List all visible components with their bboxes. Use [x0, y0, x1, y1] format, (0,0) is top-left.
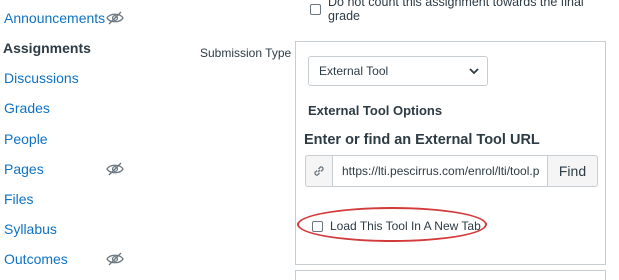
final-grade-option: Do not count this assignment towards the…: [310, 0, 619, 23]
new-tab-option: Load This Tool In A New Tab: [312, 218, 481, 234]
external-tool-url-input[interactable]: https://lti.pescirrus.com/enrol/lti/tool…: [332, 155, 548, 187]
link-icon-box: [305, 155, 332, 187]
nav-item-outcomes[interactable]: Outcomes: [4, 248, 68, 270]
nav-item-label: Assignments: [3, 40, 91, 56]
nav-item-label: Discussions: [4, 70, 79, 86]
new-tab-checkbox[interactable]: [312, 220, 323, 232]
nav-item-people[interactable]: People: [4, 128, 48, 150]
nav-item-label: Files: [4, 191, 34, 207]
external-tool-url-group: https://lti.pescirrus.com/enrol/lti/tool…: [305, 155, 598, 187]
nav-item-discussions[interactable]: Discussions: [4, 67, 79, 89]
next-panel: [295, 270, 606, 280]
nav-item-syllabus[interactable]: Syllabus: [4, 218, 57, 240]
nav-item-files[interactable]: Files: [4, 188, 34, 210]
submission-type-panel: External Tool External Tool Options Ente…: [295, 41, 606, 265]
final-grade-checkbox[interactable]: [310, 3, 321, 15]
submission-type-label: Submission Type: [200, 46, 292, 60]
eye-slash-icon: [106, 252, 124, 266]
final-grade-checkbox-label: Do not count this assignment towards the…: [328, 0, 584, 23]
nav-item-label: Grades: [4, 100, 50, 116]
chevron-down-icon: [469, 68, 479, 75]
nav-item-label: Syllabus: [4, 221, 57, 237]
external-tool-options-heading: External Tool Options: [308, 103, 443, 118]
submission-type-value: External Tool: [319, 64, 389, 78]
nav-item-grades[interactable]: Grades: [4, 97, 50, 119]
nav-item-pages[interactable]: Pages: [4, 158, 44, 180]
nav-item-announcements[interactable]: Announcements: [4, 7, 105, 29]
nav-item-label: Outcomes: [4, 251, 68, 267]
eye-slash-icon: [106, 11, 124, 25]
nav-item-label: Announcements: [4, 10, 106, 26]
nav-item-label: People: [4, 131, 48, 147]
nav-item-assignments[interactable]: Assignments: [3, 37, 91, 59]
submission-type-select[interactable]: External Tool: [308, 56, 488, 86]
new-tab-checkbox-label: Load This Tool In A New Tab: [330, 219, 481, 233]
eye-slash-icon: [106, 162, 124, 176]
find-button[interactable]: Find: [548, 155, 598, 187]
nav-item-label: Pages: [4, 161, 44, 177]
external-tool-url-heading: Enter or find an External Tool URL: [304, 132, 540, 148]
link-icon: [314, 166, 324, 176]
